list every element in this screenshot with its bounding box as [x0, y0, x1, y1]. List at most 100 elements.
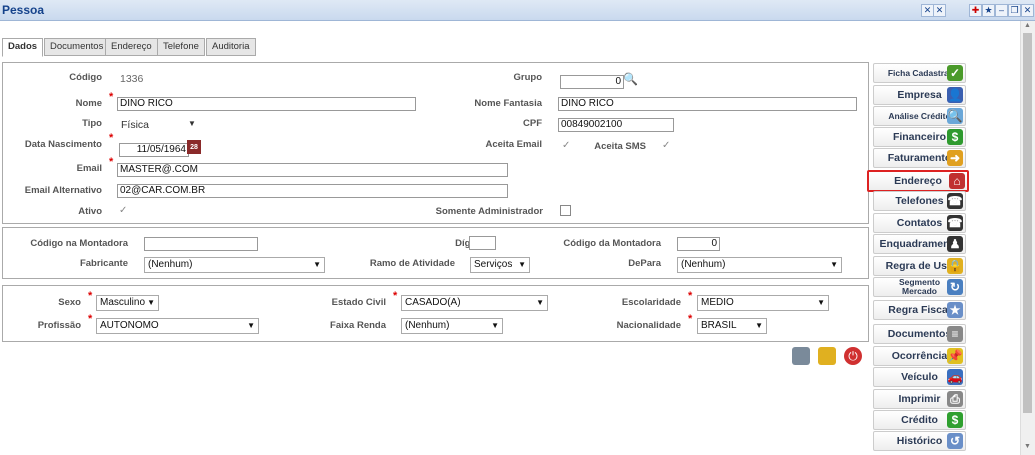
- somente-administrador-checkbox[interactable]: [560, 205, 571, 216]
- sidebar-button-financeiro[interactable]: Financeiro $: [873, 127, 966, 147]
- fabricante-select[interactable]: (Nenhum) ▼: [144, 257, 325, 273]
- sidebar-button-ve-culo[interactable]: Veículo 🚗: [873, 367, 966, 387]
- email-alternativo-label: Email Alternativo: [24, 185, 102, 196]
- sidebar-button-endere-o[interactable]: Endereço ⌂: [867, 170, 969, 192]
- scroll-up-icon[interactable]: ▲: [1024, 22, 1031, 29]
- sidebar-button-label: Crédito: [901, 414, 938, 426]
- star-icon[interactable]: ★: [982, 4, 995, 17]
- estado-civil-label: Estado Civil: [331, 297, 386, 308]
- required-mark: *: [109, 91, 114, 103]
- sidebar-button-regra-fiscal[interactable]: Regra Fiscal ★: [873, 300, 966, 320]
- sidebar-button-cr-dito[interactable]: Crédito $: [873, 410, 966, 430]
- nome-fantasia-input[interactable]: DINO RICO: [558, 97, 857, 111]
- nacionalidade-select[interactable]: BRASIL ▼: [697, 318, 767, 334]
- faixa-renda-label: Faixa Renda: [330, 320, 386, 331]
- ativo-checkbox[interactable]: ✓: [119, 206, 128, 216]
- sexo-select[interactable]: Masculino ▼: [96, 295, 159, 311]
- sidebar-button-hist-rico[interactable]: Histórico ↺: [873, 431, 966, 451]
- sidebar-button-faturamento[interactable]: Faturamento ➜: [873, 148, 966, 168]
- escolaridade-select[interactable]: MEDIO ▼: [697, 295, 829, 311]
- codigo-da-montadora-input[interactable]: 0: [677, 237, 720, 251]
- chevron-down-icon[interactable]: ▼: [188, 119, 196, 128]
- check-icon: ✓: [947, 65, 963, 81]
- faixa-renda-value: (Nenhum): [405, 320, 450, 331]
- ramo-de-atividade-select[interactable]: Serviços ▼: [470, 257, 530, 273]
- phone-icon: ☎: [947, 215, 963, 231]
- aceita-sms-checkbox[interactable]: ✓: [662, 141, 671, 151]
- sidebar-button-label: Telefones: [895, 195, 944, 207]
- close-icon[interactable]: ✕: [933, 4, 946, 17]
- tipo-select[interactable]: Física: [121, 119, 149, 131]
- sidebar-button-label: Ficha Cadastral: [887, 68, 952, 78]
- codigo-na-montadora-input[interactable]: [144, 237, 258, 251]
- faixa-renda-select[interactable]: (Nenhum) ▼: [401, 318, 503, 334]
- digito-input[interactable]: [469, 236, 496, 250]
- scrollbar-thumb[interactable]: [1023, 33, 1032, 413]
- printer-icon: ⎙: [947, 391, 963, 407]
- email-alternativo-input[interactable]: 02@CAR.COM.BR: [117, 184, 508, 198]
- email-label: Email: [76, 163, 102, 174]
- depara-select[interactable]: (Nenhum) ▼: [677, 257, 842, 273]
- fabricante-value: (Nenhum): [148, 259, 193, 270]
- escolaridade-value: MEDIO: [701, 297, 734, 308]
- escolaridade-label: Escolaridade: [621, 297, 681, 308]
- tab-endereco[interactable]: Endereço: [105, 38, 158, 56]
- chevron-down-icon: ▼: [755, 321, 763, 330]
- profissao-select[interactable]: AUTONOMO ▼: [96, 318, 259, 334]
- ramo-value: Serviços: [474, 259, 513, 270]
- grupo-input[interactable]: 0: [560, 75, 624, 89]
- data-nascimento-input[interactable]: 11/05/1964: [119, 143, 189, 157]
- sidebar-button-contatos[interactable]: Contatos ☎: [873, 213, 966, 233]
- sidebar-button-ficha-cadastral[interactable]: Ficha Cadastral ✓: [873, 63, 966, 83]
- cpf-label: CPF: [523, 118, 542, 129]
- tipo-label: Tipo: [82, 118, 102, 129]
- add-icon[interactable]: ✚: [969, 4, 982, 17]
- ramo-de-atividade-label: Ramo de Atividade: [369, 258, 455, 269]
- sidebar-button-segmento-mercado[interactable]: Segmento Mercado ↻: [873, 277, 966, 297]
- search-icon[interactable]: 🔍: [623, 72, 638, 86]
- phone-icon: ☎: [947, 193, 963, 209]
- window-titlebar: Pessoa ✕ ✕ ✚ ★ – ❐ ✕: [0, 0, 1035, 21]
- sidebar-button-documentos[interactable]: Documentos ≡: [873, 324, 966, 344]
- sidebar-button-ocorr-ncia[interactable]: Ocorrência 📌: [873, 346, 966, 366]
- tab-telefone[interactable]: Telefone: [157, 38, 205, 56]
- lock-icon: 🔒: [947, 258, 963, 274]
- depara-label: DePara: [628, 258, 661, 269]
- grupo-label: Grupo: [513, 72, 543, 83]
- user-icon: 👤: [947, 87, 963, 103]
- power-icon[interactable]: ⏻: [844, 347, 862, 365]
- tab-auditoria[interactable]: Auditoria: [206, 38, 256, 56]
- sidebar-button-an-lise-cr-dito[interactable]: Análise Crédito 🔍: [873, 106, 966, 126]
- codigo-na-montadora-label: Código na Montadora: [30, 238, 128, 249]
- sidebar-button-imprimir[interactable]: Imprimir ⎙: [873, 389, 966, 409]
- cpf-input[interactable]: 00849002100: [558, 118, 674, 132]
- scroll-down-icon[interactable]: ▼: [1024, 443, 1031, 450]
- sidebar-button-label: Regra de Uso: [885, 260, 954, 272]
- somente-administrador-label: Somente Administrador: [435, 206, 543, 217]
- aceita-sms-label: Aceita SMS: [594, 141, 646, 152]
- close-window-icon[interactable]: ✕: [1021, 4, 1034, 17]
- nome-input[interactable]: DINO RICO: [117, 97, 416, 111]
- minimize-icon[interactable]: –: [995, 4, 1008, 17]
- clipboard-icon[interactable]: [792, 347, 810, 365]
- required-mark: *: [88, 313, 93, 325]
- chevron-down-icon: ▼: [830, 260, 838, 269]
- tab-documentos[interactable]: Documentos: [44, 38, 110, 56]
- sidebar-button-enquadramento[interactable]: Enquadramento ♟: [873, 234, 966, 254]
- house-icon: ⌂: [949, 173, 965, 189]
- depara-value: (Nenhum): [681, 259, 726, 270]
- sidebar-button-regra-de-uso[interactable]: Regra de Uso 🔒: [873, 256, 966, 276]
- restore-icon[interactable]: ❐: [1008, 4, 1021, 17]
- required-mark: *: [88, 290, 93, 302]
- nacionalidade-value: BRASIL: [701, 320, 737, 331]
- estado-civil-select[interactable]: CASADO(A) ▼: [401, 295, 548, 311]
- email-icon[interactable]: [818, 347, 836, 365]
- sidebar-button-empresa[interactable]: Empresa 👤: [873, 85, 966, 105]
- email-input[interactable]: MASTER@.COM: [117, 163, 508, 177]
- tab-dados[interactable]: Dados: [2, 38, 44, 57]
- calendar-icon[interactable]: 28: [187, 140, 201, 154]
- sidebar-button-telefones[interactable]: Telefones ☎: [873, 191, 966, 211]
- aceita-email-checkbox[interactable]: ✓: [562, 141, 571, 151]
- vertical-scrollbar[interactable]: ▲ ▼: [1020, 21, 1035, 455]
- chevron-down-icon: ▼: [491, 321, 499, 330]
